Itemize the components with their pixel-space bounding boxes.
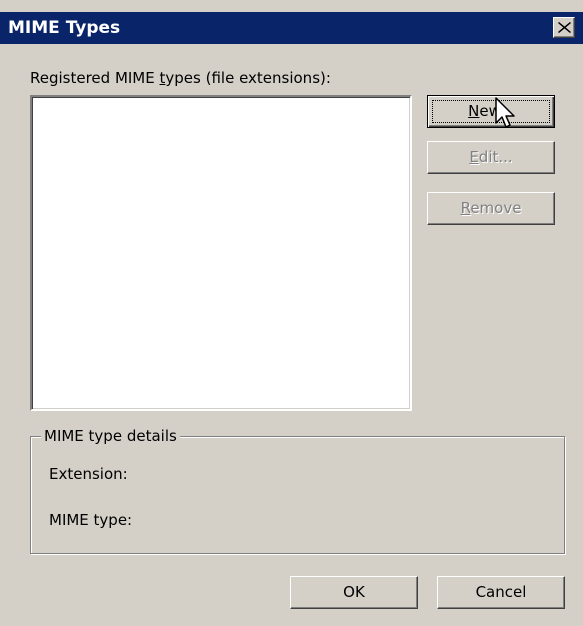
mime-type-label: MIME type: bbox=[49, 511, 133, 529]
registered-types-label: Registered MIME types (file extensions): bbox=[30, 69, 331, 87]
cancel-button[interactable]: Cancel bbox=[437, 576, 565, 609]
extension-label: Extension: bbox=[49, 465, 128, 483]
new-button[interactable]: New... bbox=[427, 95, 555, 128]
registered-types-label-part2: ypes (file extensions): bbox=[165, 69, 331, 87]
mime-types-list[interactable] bbox=[30, 95, 412, 411]
ok-button[interactable]: OK bbox=[290, 576, 418, 609]
mime-types-dialog: MIME Types Registered MIME types (file e… bbox=[0, 0, 583, 626]
mime-type-details-legend: MIME type details bbox=[41, 427, 180, 445]
close-icon bbox=[558, 22, 571, 33]
mime-type-details-group bbox=[30, 436, 565, 554]
close-button[interactable] bbox=[553, 17, 575, 38]
remove-button-label: emove bbox=[470, 199, 522, 217]
registered-types-label-part1: Registered MIME bbox=[30, 69, 160, 87]
edit-button[interactable]: Edit... bbox=[427, 141, 555, 174]
mouse-pointer-icon bbox=[495, 97, 517, 135]
new-button-accelerator: N bbox=[468, 102, 480, 120]
remove-button[interactable]: Remove bbox=[427, 192, 555, 225]
remove-button-accelerator: R bbox=[460, 199, 471, 217]
window-title: MIME Types bbox=[8, 18, 121, 38]
edit-button-label: dit... bbox=[478, 148, 513, 166]
title-bar[interactable]: MIME Types bbox=[0, 12, 583, 44]
edit-button-accelerator: E bbox=[469, 148, 479, 166]
